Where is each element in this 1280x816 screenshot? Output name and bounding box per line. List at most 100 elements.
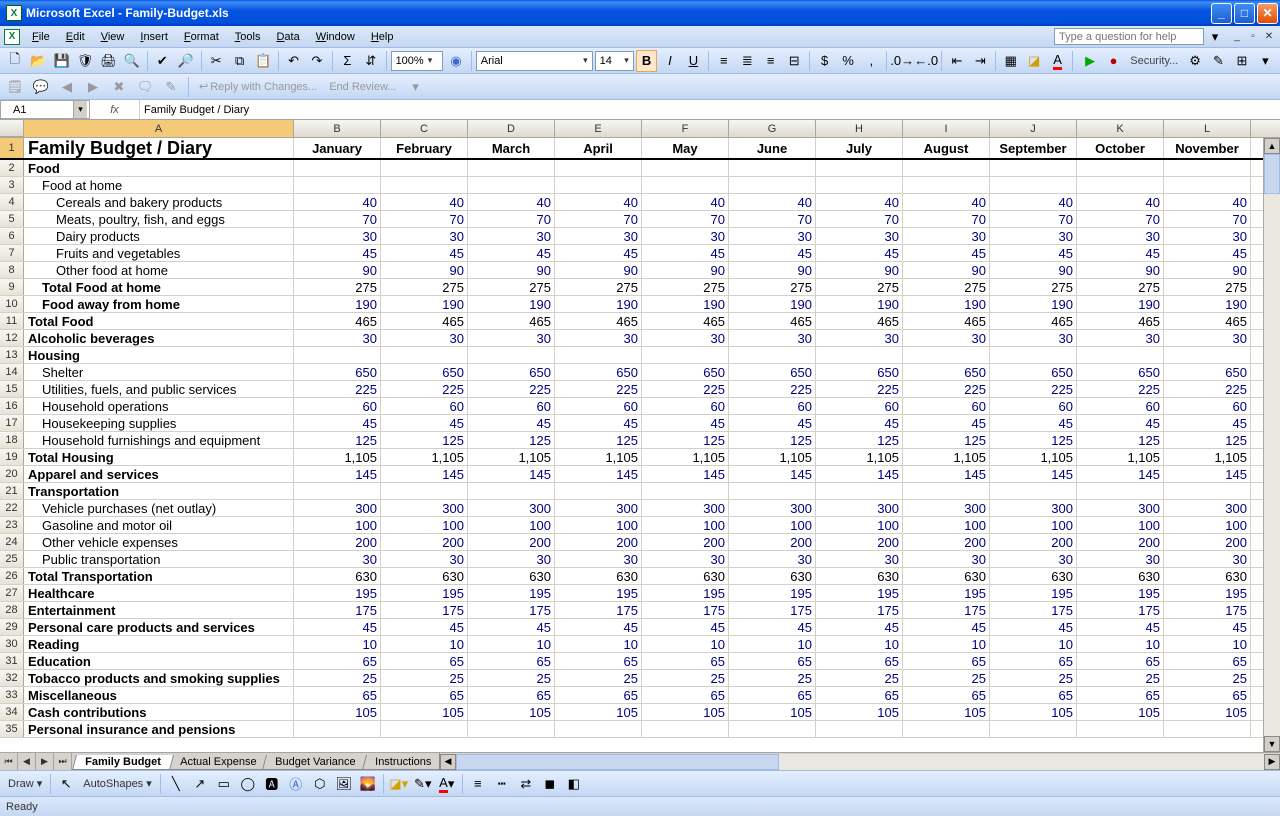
cell-L26[interactable]: 630 (1164, 568, 1251, 584)
fill-color-draw-icon[interactable]: ◪▾ (388, 773, 410, 795)
row-header-5[interactable]: 5 (0, 211, 24, 227)
cell-H4[interactable]: 40 (816, 194, 903, 210)
cell-G34[interactable]: 105 (729, 704, 816, 720)
cell-B25[interactable]: 30 (294, 551, 381, 567)
cell-E8[interactable]: 90 (555, 262, 642, 278)
row-header-34[interactable]: 34 (0, 704, 24, 720)
column-header-H[interactable]: H (816, 120, 903, 137)
currency-icon[interactable]: $ (814, 50, 835, 72)
cell-F6[interactable]: 30 (642, 228, 729, 244)
cell-C5[interactable]: 70 (381, 211, 468, 227)
cell-A33[interactable]: Miscellaneous (24, 687, 294, 703)
cell-H10[interactable]: 190 (816, 296, 903, 312)
menu-window[interactable]: Window (308, 29, 363, 45)
cell-I30[interactable]: 10 (903, 636, 990, 652)
cell-G11[interactable]: 465 (729, 313, 816, 329)
threed-icon[interactable]: ◧ (563, 773, 585, 795)
cell-D21[interactable] (468, 483, 555, 499)
cell-F27[interactable]: 195 (642, 585, 729, 601)
column-header-I[interactable]: I (903, 120, 990, 137)
cell-I24[interactable]: 200 (903, 534, 990, 550)
cell-H20[interactable]: 145 (816, 466, 903, 482)
row-header-32[interactable]: 32 (0, 670, 24, 686)
cell-J1[interactable]: September (990, 138, 1077, 158)
cell-J11[interactable]: 465 (990, 313, 1077, 329)
cell-I32[interactable]: 25 (903, 670, 990, 686)
cell-L9[interactable]: 275 (1164, 279, 1251, 295)
cell-B6[interactable]: 30 (294, 228, 381, 244)
cell-C14[interactable]: 650 (381, 364, 468, 380)
cell-B30[interactable]: 10 (294, 636, 381, 652)
cell-F8[interactable]: 90 (642, 262, 729, 278)
cell-J9[interactable]: 275 (990, 279, 1077, 295)
cell-K15[interactable]: 225 (1077, 381, 1164, 397)
menu-edit[interactable]: Edit (58, 29, 93, 45)
cell-G28[interactable]: 175 (729, 602, 816, 618)
increase-indent-icon[interactable]: ⇥ (970, 50, 991, 72)
cell-H9[interactable]: 275 (816, 279, 903, 295)
cell-K24[interactable]: 200 (1077, 534, 1164, 550)
cell-J7[interactable]: 45 (990, 245, 1077, 261)
undo-icon[interactable]: ↶ (283, 50, 304, 72)
next-comment-icon[interactable]: ▶ (82, 76, 104, 98)
cell-K28[interactable]: 175 (1077, 602, 1164, 618)
cell-B1[interactable]: January (294, 138, 381, 158)
ink-icon[interactable]: ✎ (160, 76, 182, 98)
cell-C24[interactable]: 200 (381, 534, 468, 550)
redo-icon[interactable]: ↷ (306, 50, 327, 72)
cell-G33[interactable]: 65 (729, 687, 816, 703)
cell-J33[interactable]: 65 (990, 687, 1077, 703)
cell-D24[interactable]: 200 (468, 534, 555, 550)
picture-icon[interactable]: 🌄 (357, 773, 379, 795)
close-button[interactable]: ✕ (1257, 3, 1278, 24)
cell-A31[interactable]: Education (24, 653, 294, 669)
cell-C13[interactable] (381, 347, 468, 363)
cell-H18[interactable]: 125 (816, 432, 903, 448)
autosum-icon[interactable]: Σ (337, 50, 358, 72)
cell-H29[interactable]: 45 (816, 619, 903, 635)
row-header-3[interactable]: 3 (0, 177, 24, 193)
cell-K1[interactable]: October (1077, 138, 1164, 158)
select-objects-icon[interactable]: ↖ (55, 773, 77, 795)
cell-J32[interactable]: 25 (990, 670, 1077, 686)
cell-C23[interactable]: 100 (381, 517, 468, 533)
cell-D13[interactable] (468, 347, 555, 363)
cell-C8[interactable]: 90 (381, 262, 468, 278)
cell-K21[interactable] (1077, 483, 1164, 499)
cell-J22[interactable]: 300 (990, 500, 1077, 516)
cell-C16[interactable]: 60 (381, 398, 468, 414)
scroll-up-icon[interactable]: ▲ (1264, 138, 1280, 154)
cell-K27[interactable]: 195 (1077, 585, 1164, 601)
cell-D9[interactable]: 275 (468, 279, 555, 295)
cell-H22[interactable]: 300 (816, 500, 903, 516)
cell-C12[interactable]: 30 (381, 330, 468, 346)
cell-A16[interactable]: Household operations (24, 398, 294, 414)
cell-B18[interactable]: 125 (294, 432, 381, 448)
cell-B14[interactable]: 650 (294, 364, 381, 380)
font-color-draw-icon[interactable]: A▾ (436, 773, 458, 795)
fill-color-icon[interactable]: ◪ (1023, 50, 1044, 72)
cell-L32[interactable]: 25 (1164, 670, 1251, 686)
cell-B21[interactable] (294, 483, 381, 499)
cell-K34[interactable]: 105 (1077, 704, 1164, 720)
hscroll-thumb[interactable] (456, 754, 779, 770)
cell-K2[interactable] (1077, 160, 1164, 176)
help-search-input[interactable] (1054, 28, 1204, 45)
cell-J3[interactable] (990, 177, 1077, 193)
cell-C27[interactable]: 195 (381, 585, 468, 601)
cell-I12[interactable]: 30 (903, 330, 990, 346)
percent-icon[interactable]: % (837, 50, 858, 72)
cell-L34[interactable]: 105 (1164, 704, 1251, 720)
cell-I23[interactable]: 100 (903, 517, 990, 533)
scroll-down-icon[interactable]: ▼ (1264, 736, 1280, 752)
row-header-31[interactable]: 31 (0, 653, 24, 669)
row-header-18[interactable]: 18 (0, 432, 24, 448)
cell-D34[interactable]: 105 (468, 704, 555, 720)
cell-B11[interactable]: 465 (294, 313, 381, 329)
cell-I19[interactable]: 1,105 (903, 449, 990, 465)
row-header-11[interactable]: 11 (0, 313, 24, 329)
cell-I20[interactable]: 145 (903, 466, 990, 482)
cell-A19[interactable]: Total Housing (24, 449, 294, 465)
cell-I5[interactable]: 70 (903, 211, 990, 227)
cell-C33[interactable]: 65 (381, 687, 468, 703)
